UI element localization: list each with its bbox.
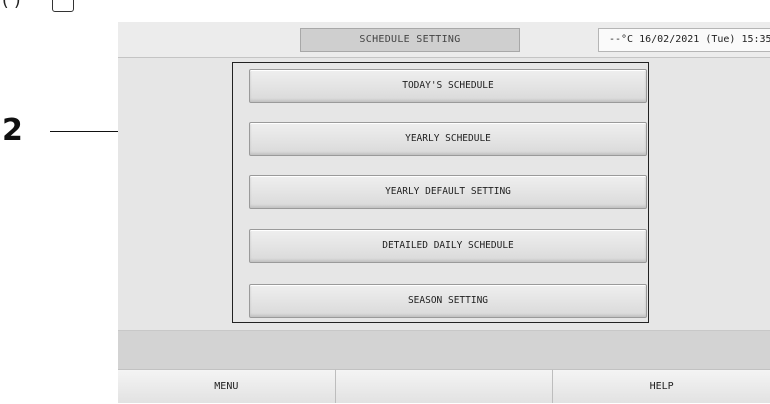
status-readout: --°C 16/02/2021 (Tue) 15:35 — [598, 28, 770, 52]
help-button[interactable]: HELP — [553, 369, 770, 403]
page-title: SCHEDULE SETTING — [300, 28, 520, 52]
detailed-daily-schedule-button[interactable]: DETAILED DAILY SCHEDULE — [249, 229, 647, 263]
top-caption: ( ) — [0, 0, 770, 14]
season-setting-button[interactable]: SEASON SETTING — [249, 284, 647, 318]
footer-bar: MENU HELP — [118, 369, 770, 403]
todays-schedule-button[interactable]: TODAY'S SCHEDULE — [249, 69, 647, 103]
controller-screen: SCHEDULE SETTING --°C 16/02/2021 (Tue) 1… — [118, 22, 770, 403]
yearly-default-setting-button[interactable]: YEARLY DEFAULT SETTING — [249, 175, 647, 209]
caption-text: ( ) — [2, 0, 21, 11]
callout-number: 2 — [2, 113, 23, 148]
menu-button[interactable]: MENU — [118, 369, 336, 403]
footer-empty-button — [335, 369, 554, 403]
key-icon — [52, 0, 74, 12]
message-band — [118, 331, 770, 369]
header-bar: SCHEDULE SETTING --°C 16/02/2021 (Tue) 1… — [118, 22, 770, 58]
yearly-schedule-button[interactable]: YEARLY SCHEDULE — [249, 122, 647, 156]
